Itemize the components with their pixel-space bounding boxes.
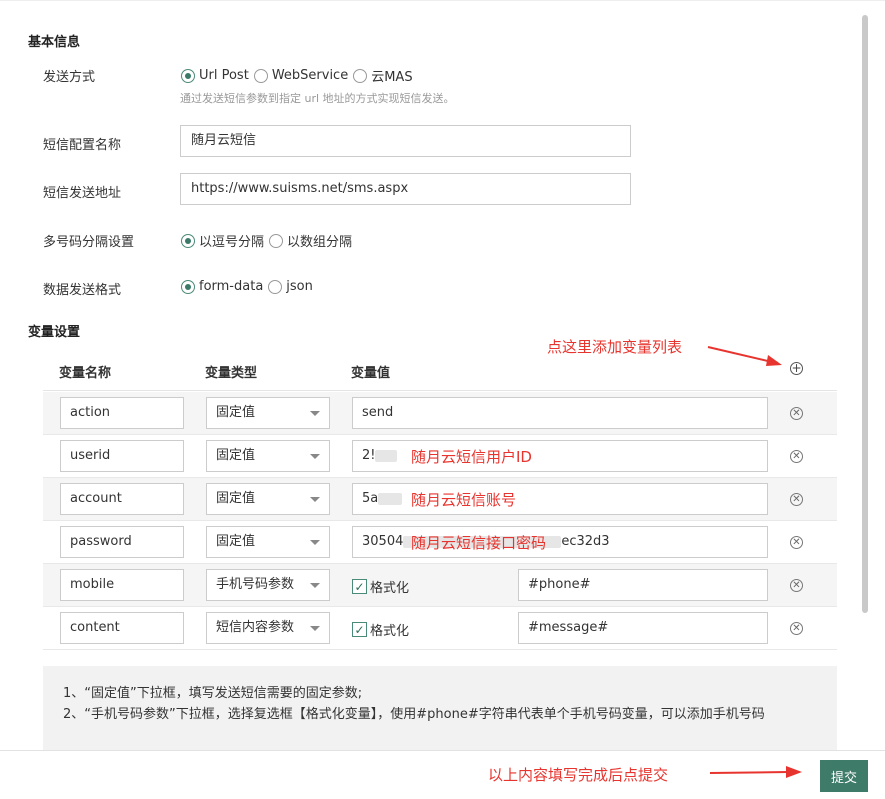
var-name-input[interactable]: password <box>60 526 184 558</box>
var-type-select[interactable]: 固定值 <box>206 397 330 429</box>
x-circle-icon[interactable]: ✕ <box>790 407 803 420</box>
var-type-select[interactable]: 固定值 <box>206 526 330 558</box>
header-var-type: 变量类型 <box>205 366 258 381</box>
x-circle-icon[interactable]: ✕ <box>790 622 803 635</box>
redacted-value <box>378 492 403 505</box>
note-line: 1、“固定值”下拉框，填写发送短信需要的固定参数; <box>63 686 363 701</box>
var-value-input[interactable]: #phone# <box>518 569 768 601</box>
var-type-select[interactable]: 手机号码参数 <box>206 569 330 601</box>
submit-button[interactable]: 提交 <box>820 760 868 792</box>
var-table-header: 变量名称 变量类型 变量值 <box>43 349 837 391</box>
table-row: password 固定值 30504 ec32d3 随月云短信接口密码 ✕ <box>43 521 837 564</box>
radio-form-data[interactable]: form-data <box>181 279 263 294</box>
radio-url-post[interactable]: Url Post <box>181 68 249 83</box>
radio-checked-icon <box>181 68 195 83</box>
table-row: mobile 手机号码参数 ✓ 格式化 #phone# ✕ <box>43 564 837 607</box>
caret-down-icon <box>310 583 320 588</box>
x-circle-icon[interactable]: ✕ <box>790 536 803 549</box>
radio-webservice[interactable]: WebService <box>253 68 348 83</box>
caret-down-icon <box>310 626 320 631</box>
separator-label: 多号码分隔设置 <box>43 235 135 250</box>
annotation-arrow-icon <box>709 766 802 778</box>
annotation-account: 随月云短信账号 <box>411 491 517 509</box>
x-circle-icon[interactable]: ✕ <box>790 579 803 592</box>
table-row: userid 固定值 2! 随月云短信用户ID ✕ <box>43 435 837 478</box>
x-circle-icon[interactable]: ✕ <box>790 493 803 506</box>
note-line: 2、“手机号码参数”下拉框，选择复选框【格式化变量】，使用#phone#字符串代… <box>63 707 765 722</box>
config-name-label: 短信配置名称 <box>43 138 122 153</box>
radio-comma[interactable]: 以逗号分隔 <box>181 231 264 250</box>
data-format-label: 数据发送格式 <box>43 283 122 298</box>
var-name-input[interactable]: content <box>60 612 184 644</box>
caret-down-icon <box>310 540 320 545</box>
radio-unchecked-icon <box>269 233 284 248</box>
plus-circle-icon[interactable]: + <box>790 362 803 375</box>
help-notes: 1、“固定值”下拉框，填写发送短信需要的固定参数; 2、“手机号码参数”下拉框，… <box>43 666 837 750</box>
radio-checked-icon <box>181 233 195 248</box>
var-name-input[interactable]: account <box>60 483 184 515</box>
caret-down-icon <box>310 497 320 502</box>
send-method-radio-group: Url Post WebService 云MAS <box>181 66 418 85</box>
send-url-label: 短信发送地址 <box>43 186 122 201</box>
x-circle-icon[interactable]: ✕ <box>790 450 803 463</box>
var-name-input[interactable]: action <box>60 397 184 429</box>
radio-yunmas[interactable]: 云MAS <box>353 66 413 85</box>
table-row: account 固定值 5a 随月云短信账号 ✕ <box>43 478 837 521</box>
var-type-select[interactable]: 固定值 <box>206 440 330 472</box>
checkmark-icon: ✓ <box>352 622 367 637</box>
config-name-input[interactable]: 随月云短信 <box>180 125 631 157</box>
section-title-vars: 变量设置 <box>28 325 81 340</box>
form-footer: 以上内容填写完成后点提交 提交 <box>0 750 885 799</box>
redacted-value <box>375 449 398 462</box>
format-checkbox[interactable]: ✓ 格式化 <box>352 577 409 596</box>
radio-unchecked-icon <box>353 68 368 83</box>
radio-json[interactable]: json <box>268 279 313 294</box>
vertical-scrollbar[interactable] <box>862 15 868 613</box>
send-method-label: 发送方式 <box>43 70 96 85</box>
form-scroll-area[interactable]: 基本信息 发送方式 Url Post WebService 云MAS 通过发送短… <box>0 0 885 750</box>
var-type-select[interactable]: 固定值 <box>206 483 330 515</box>
format-checkbox[interactable]: ✓ 格式化 <box>352 620 409 639</box>
table-row: content 短信内容参数 ✓ 格式化 #message# ✕ <box>43 607 837 650</box>
table-row: action 固定值 send ✕ <box>43 392 837 435</box>
radio-array[interactable]: 以数组分隔 <box>269 231 352 250</box>
send-url-input[interactable]: https://www.suisms.net/sms.aspx <box>180 173 631 205</box>
radio-unchecked-icon <box>268 279 283 294</box>
send-method-hint: 通过发送短信参数到指定 url 地址的方式实现短信发送。 <box>180 92 455 105</box>
separator-radio-group: 以逗号分隔 以数组分隔 <box>181 231 357 250</box>
var-value-input[interactable]: #message# <box>518 612 768 644</box>
var-value-input[interactable]: send <box>352 397 768 429</box>
checkmark-icon: ✓ <box>352 579 367 594</box>
annotation-password: 随月云短信接口密码 <box>411 534 547 552</box>
var-type-select[interactable]: 短信内容参数 <box>206 612 330 644</box>
radio-unchecked-icon <box>253 68 268 83</box>
annotation-submit: 以上内容填写完成后点提交 <box>488 766 669 784</box>
var-name-input[interactable]: mobile <box>60 569 184 601</box>
caret-down-icon <box>310 454 320 459</box>
header-var-name: 变量名称 <box>59 366 112 381</box>
radio-checked-icon <box>181 279 195 294</box>
section-title-basic: 基本信息 <box>28 35 81 50</box>
header-var-value: 变量值 <box>351 366 391 381</box>
data-format-radio-group: form-data json <box>181 279 318 294</box>
annotation-userid: 随月云短信用户ID <box>411 448 532 466</box>
var-name-input[interactable]: userid <box>60 440 184 472</box>
caret-down-icon <box>310 411 320 416</box>
